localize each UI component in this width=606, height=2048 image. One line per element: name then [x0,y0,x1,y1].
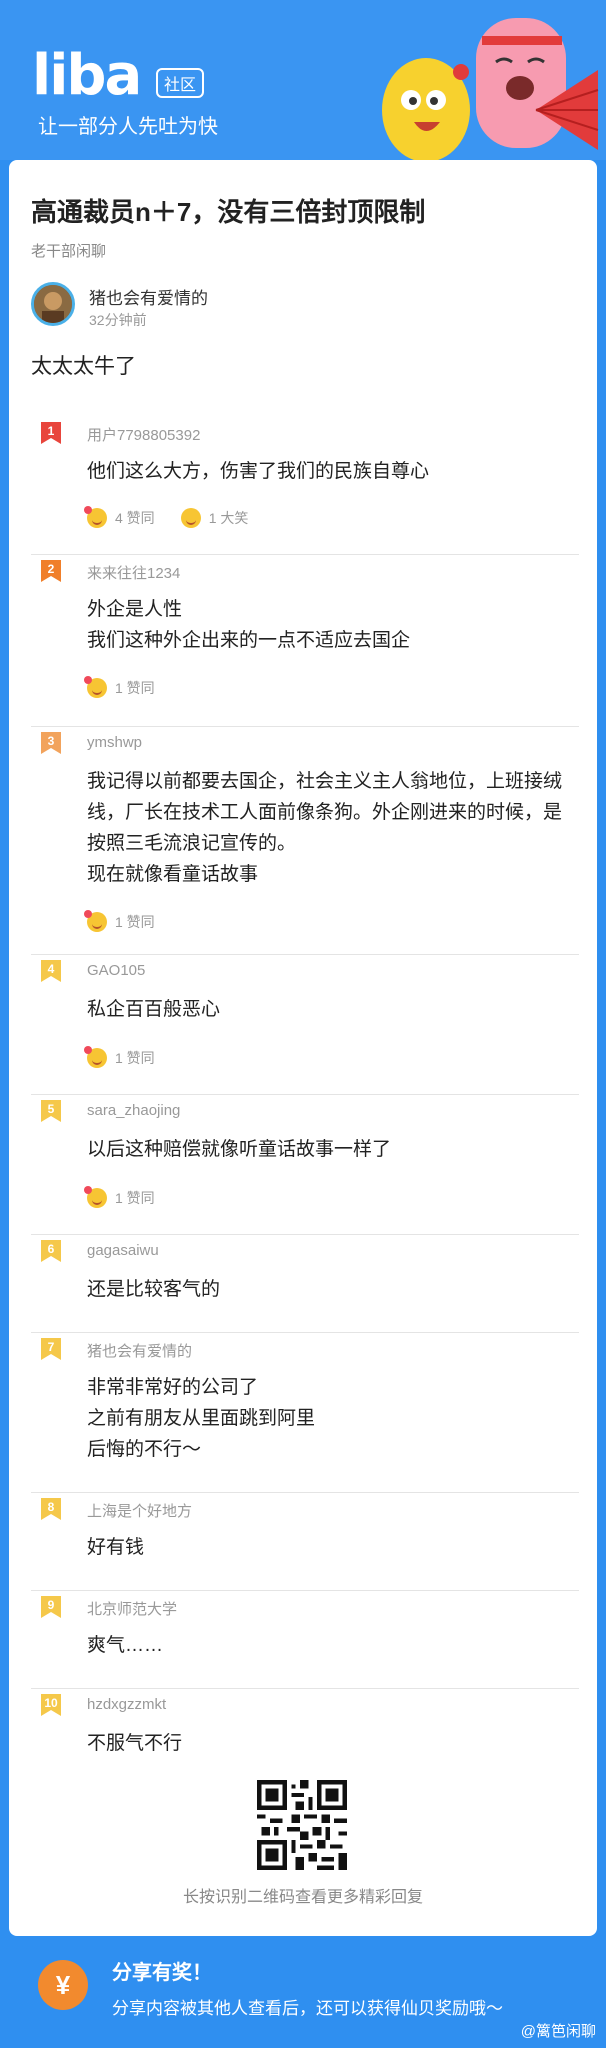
agree-reaction[interactable]: 1 赞同 [84,910,155,932]
reply-username[interactable]: 来来往往1234 [87,562,180,583]
reply-username[interactable]: sara_zhaojing [87,1102,180,1119]
reply-text: 我记得以前都要去国企，社会主义主人翁地位，上班接绒 线，厂长在技术工人面前像条狗… [87,771,563,885]
reply-username[interactable]: 用户7798805392 [87,424,200,445]
rank-badge: 10 [41,1694,61,1716]
reply-item: 4 GAO105 私企百百般恶心 1 赞同 [31,956,579,1095]
post-title: 高通裁员n＋7，没有三倍封顶限制 [31,197,426,227]
reaction-bar: 1 赞同 [84,910,155,932]
rank-badge: 9 [41,1596,61,1618]
reply-text: 不服气不行 [87,1733,183,1754]
qr-code[interactable] [257,1780,347,1870]
post-time: 32分钟前 [89,312,147,328]
avatar-image [34,285,72,323]
weibo-watermark: @篱笆闲聊 [520,2023,596,2040]
reply-text: 非常非常好的公司了 之前有朋友从里面跳到阿里 后悔的不行～ [87,1377,316,1460]
agree-reaction[interactable]: 1 赞同 [84,1046,155,1068]
post-body: 太太太牛了 [31,355,136,378]
reply-username[interactable]: 北京师范大学 [87,1598,177,1619]
rank-badge: 1 [41,422,61,444]
reply-text: 以后这种赔偿就像听童话故事一样了 [87,1139,392,1160]
reply-item: 6 gagasaiwu 还是比较客气的 [31,1236,579,1333]
reply-item: 3 ymshwp 我记得以前都要去国企，社会主义主人翁地位，上班接绒 线，厂长在… [31,728,579,955]
reply-text: 还是比较客气的 [87,1279,221,1300]
post-card: 高通裁员n＋7，没有三倍封顶限制 老干部闲聊 猪也会有爱情的 32分钟前 太太太… [9,160,597,1936]
agree-emoji-icon [84,1186,107,1208]
reply-username[interactable]: hzdxgzzmkt [87,1696,166,1713]
reply-username[interactable]: GAO105 [87,962,145,979]
reply-text: 好有钱 [87,1537,145,1558]
laugh-emoji-icon [180,508,201,528]
reaction-bar: 1 赞同 [84,1186,155,1208]
author-name[interactable]: 猪也会有爱情的 [89,284,208,309]
rank-badge: 3 [41,732,61,754]
reply-text: 私企百百般恶心 [87,999,221,1020]
rank-badge: 5 [41,1100,61,1122]
reply-item: 1 用户7798805392 他们这么大方，伤害了我们的民族自尊心 4 赞同 1… [31,418,579,555]
reaction-bar: 1 赞同 [84,676,155,698]
avatar[interactable] [31,282,75,326]
reply-text: 爽气…… [87,1635,164,1656]
laugh-reaction[interactable]: 1 大笑 [180,508,248,528]
rank-badge: 6 [41,1240,61,1262]
agree-emoji-icon [84,910,107,932]
community-tag: 社区 [156,68,205,98]
agree-emoji-icon [84,1046,107,1068]
rank-badge: 7 [41,1338,61,1360]
rank-badge: 4 [41,960,61,982]
reply-item: 2 来来往往1234 外企是人性 我们这种外企出来的一点不适应去国企 1 赞同 [31,556,579,727]
rank-badge: 2 [41,560,61,582]
reply-item: 8 上海是个好地方 好有钱 [31,1494,579,1591]
slogan: 让一部分人先吐为快 [38,116,218,138]
agree-reaction[interactable]: 4 赞同 [84,506,155,528]
reply-text: 他们这么大方，伤害了我们的民族自尊心 [87,461,430,482]
coin-icon: ¥ [38,1960,88,2010]
agree-reaction[interactable]: 1 赞同 [84,676,155,698]
reply-username[interactable]: 上海是个好地方 [87,1500,192,1521]
reply-item: 5 sara_zhaojing 以后这种赔偿就像听童话故事一样了 1 赞同 [31,1096,579,1235]
share-title: 分享有奖！ [112,1962,212,1984]
liba-logo[interactable]: liba [32,48,142,104]
agree-emoji-icon [84,506,107,528]
reply-username[interactable]: gagasaiwu [87,1242,159,1259]
reply-username[interactable]: 猪也会有爱情的 [87,1340,192,1361]
agree-emoji-icon [84,676,107,698]
share-banner[interactable]: ¥ 分享有奖！ 分享内容被其他人查看后，还可以获得仙贝奖励哦～ @篱笆闲聊 [0,1936,606,2048]
reply-item: 9 北京师范大学 爽气…… [31,1592,579,1689]
reaction-bar: 1 赞同 [84,1046,155,1068]
mascot-illustration [382,18,599,160]
reaction-bar: 4 赞同 1 大笑 [84,506,248,528]
reply-username[interactable]: ymshwp [87,734,142,751]
agree-reaction[interactable]: 1 赞同 [84,1186,155,1208]
qr-caption: 长按识别二维码查看更多精彩回复 [182,1889,423,1906]
app-header: liba 社区 让一部分人先吐为快 [0,0,606,160]
rank-badge: 8 [41,1498,61,1520]
board-name[interactable]: 老干部闲聊 [31,240,106,261]
reply-text: 外企是人性 我们这种外企出来的一点不适应去国企 [87,599,411,651]
reply-item: 10 hzdxgzzmkt 不服气不行 [31,1690,579,1786]
reply-item: 7 猪也会有爱情的 非常非常好的公司了 之前有朋友从里面跳到阿里 后悔的不行～ [31,1334,579,1493]
share-subtitle: 分享内容被其他人查看后，还可以获得仙贝奖励哦～ [112,1999,503,2018]
